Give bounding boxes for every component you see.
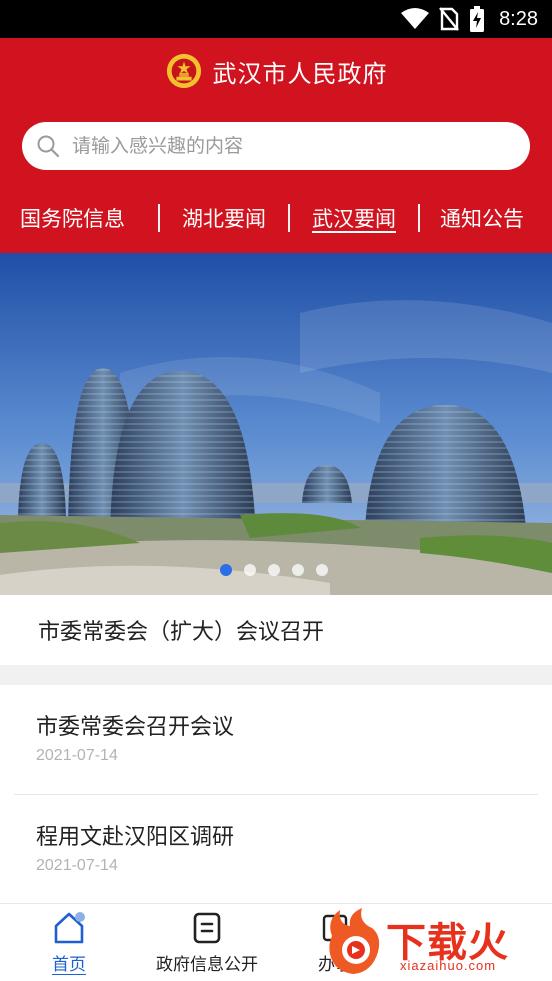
watermark-logo: 下载火 xiazaihuo.com [322, 906, 550, 978]
news-date: 2021-07-14 [36, 747, 118, 764]
tab-notices[interactable]: 通知公告 [420, 203, 544, 233]
title-row: 武汉市人民政府 [0, 48, 552, 94]
carousel-dot-3[interactable] [268, 564, 280, 576]
tab-wuhan-news[interactable]: 武汉要闻 [290, 203, 418, 233]
battery-charging-icon [470, 6, 485, 32]
list-item[interactable]: 市委常委会召开会议 2021-07-14 [0, 685, 552, 795]
national-emblem-icon [166, 53, 201, 89]
nav-tabs: 国务院信息 湖北要闻 武汉要闻 通知公告 [0, 200, 552, 236]
nav-separator [158, 204, 160, 232]
banner-caption[interactable]: 市委常委会（扩大）会议召开 [0, 595, 552, 665]
carousel-dot-2[interactable] [244, 564, 256, 576]
nav-separator [418, 204, 420, 232]
watermark-url: xiazaihuo.com [400, 958, 497, 973]
no-sim-icon [439, 7, 459, 31]
banner-carousel[interactable] [0, 253, 552, 595]
document-icon [193, 912, 221, 944]
flame-logo-icon [329, 908, 380, 974]
search-box[interactable] [22, 122, 530, 170]
news-title: 市委常委会召开会议 [36, 715, 235, 740]
carousel-dot-1[interactable] [220, 564, 232, 576]
wifi-icon [401, 8, 430, 29]
tab-home-label: 首页 [52, 955, 86, 975]
status-bar: 8:28 [0, 0, 552, 38]
carousel-indicators [220, 564, 328, 576]
news-title: 程用文赴汉阳区调研 [36, 825, 235, 850]
tab-gov-info[interactable]: 政府信息公开 [146, 904, 268, 981]
nav-separator [288, 204, 290, 232]
carousel-dot-4[interactable] [292, 564, 304, 576]
tab-hubei-news[interactable]: 湖北要闻 [160, 203, 288, 233]
section-gap [0, 665, 552, 685]
tab-home[interactable]: 首页 [30, 904, 108, 981]
list-item[interactable]: 程用文赴汉阳区调研 2021-07-14 [0, 795, 552, 905]
header: 武汉市人民政府 国务院信息 湖北要闻 武汉要闻 通知公告 [0, 38, 552, 253]
app-title: 武汉市人民政府 [212, 59, 388, 88]
status-time: 8:28 [499, 7, 538, 30]
tab-gov-info-label: 政府信息公开 [156, 955, 258, 975]
status-icons: 8:28 [401, 0, 538, 38]
search-icon [37, 135, 60, 158]
home-icon [54, 912, 85, 944]
search-input[interactable] [72, 135, 492, 157]
news-date: 2021-07-14 [36, 857, 118, 874]
tab-state-council-info[interactable]: 国务院信息 [20, 203, 142, 233]
banner-image [0, 253, 552, 595]
carousel-dot-5[interactable] [316, 564, 328, 576]
